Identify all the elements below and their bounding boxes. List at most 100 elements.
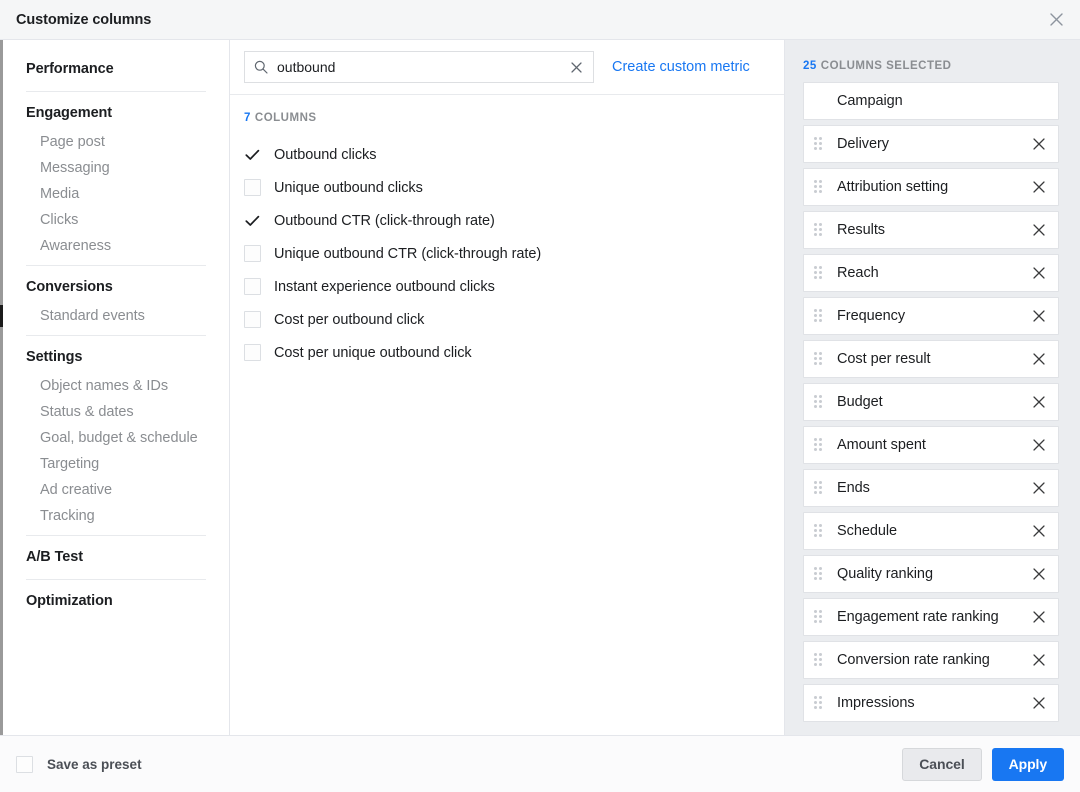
remove-column-icon[interactable] [1030,307,1048,325]
column-count: 7 COLUMNS [230,95,784,134]
checkbox-checked-icon[interactable] [244,212,261,229]
checkbox-unchecked-icon[interactable] [244,311,261,328]
apply-button[interactable]: Apply [991,747,1064,781]
drag-handle-icon[interactable] [814,652,826,668]
selected-column-label: Ends [837,480,870,496]
drag-handle-icon[interactable] [814,179,826,195]
remove-column-icon[interactable] [1030,436,1048,454]
search-input[interactable] [269,59,567,75]
drag-handle-icon[interactable] [814,394,826,410]
drag-handle-icon[interactable] [814,136,826,152]
dialog-scrollbar[interactable] [0,40,3,735]
metric-row[interactable]: Unique outbound clicks [230,171,784,204]
selected-column-row[interactable]: Results [803,211,1059,249]
selected-column-row[interactable]: Quality ranking [803,555,1059,593]
checkbox-unchecked-icon[interactable] [244,179,261,196]
drag-handle-icon[interactable] [814,308,826,324]
save-as-preset-box[interactable] [16,755,33,773]
checkbox-unchecked-icon[interactable] [244,278,261,295]
selected-column-row[interactable]: Impressions [803,684,1059,722]
remove-column-icon[interactable] [1030,651,1048,669]
sidebar-heading-conversions[interactable]: Conversions [26,272,215,303]
sidebar-heading-optimization[interactable]: Optimization [26,586,215,617]
metric-row[interactable]: Instant experience outbound clicks [230,270,784,303]
selected-column-row[interactable]: Reach [803,254,1059,292]
selected-column-row[interactable]: Budget [803,383,1059,421]
dialog-scrollbar-thumb[interactable] [0,305,3,327]
metric-row[interactable]: Unique outbound CTR (click-through rate) [230,237,784,270]
checkbox-unchecked-icon[interactable] [244,344,261,361]
sidebar-heading-performance[interactable]: Performance [26,54,215,85]
selected-column-row[interactable]: Amount spent [803,426,1059,464]
sidebar-item-page-post[interactable]: Page post [26,129,215,155]
remove-column-icon[interactable] [1030,479,1048,497]
sidebar-divider [26,91,206,92]
remove-column-icon[interactable] [1030,264,1048,282]
sidebar-group: Performance [3,54,229,85]
remove-column-icon[interactable] [1030,221,1048,239]
sidebar-item-tracking[interactable]: Tracking [26,503,215,529]
sidebar-item-ad-creative[interactable]: Ad creative [26,477,215,503]
selected-column-row[interactable]: Frequency [803,297,1059,335]
dialog-body: Performance Engagement Page post Messaging M… [0,40,1080,735]
remove-column-icon[interactable] [1030,694,1048,712]
sidebar-item-goal-budget-schedule[interactable]: Goal, budget & schedule [26,425,215,451]
remove-column-icon[interactable] [1030,522,1048,540]
selected-column-label: Delivery [837,136,889,152]
sidebar-item-awareness[interactable]: Awareness [26,233,215,259]
selected-column-row[interactable]: Campaign [803,82,1059,120]
remove-column-icon[interactable] [1030,135,1048,153]
drag-handle-icon[interactable] [814,222,826,238]
selected-column-label: Amount spent [837,437,926,453]
remove-column-icon[interactable] [1030,565,1048,583]
search-box[interactable] [244,51,594,83]
metric-label: Cost per outbound click [274,311,425,328]
selected-column-row[interactable]: Engagement rate ranking [803,598,1059,636]
selected-column-label: Engagement rate ranking [837,609,999,625]
sidebar-item-targeting[interactable]: Targeting [26,451,215,477]
page-title: Customize columns [16,11,152,28]
cancel-button[interactable]: Cancel [902,747,982,781]
save-as-preset-checkbox[interactable]: Save as preset [16,755,142,773]
sidebar-heading-settings[interactable]: Settings [26,342,215,373]
sidebar-heading-a-b-test[interactable]: A/B Test [26,542,215,573]
create-custom-metric-link[interactable]: Create custom metric [612,59,750,75]
drag-handle-icon[interactable] [814,351,826,367]
metric-row[interactable]: Cost per outbound click [230,303,784,336]
sidebar-item-standard-events[interactable]: Standard events [26,303,215,329]
selected-column-row[interactable]: Delivery [803,125,1059,163]
selected-column-row[interactable]: Conversion rate ranking [803,641,1059,679]
sidebar-item-messaging[interactable]: Messaging [26,155,215,181]
clear-icon[interactable] [567,58,585,76]
drag-handle-icon[interactable] [814,566,826,582]
selected-column-row[interactable]: Cost per result [803,340,1059,378]
drag-handle-icon[interactable] [814,695,826,711]
selected-column-label: Reach [837,265,879,281]
sidebar-item-status-dates[interactable]: Status & dates [26,399,215,425]
drag-handle-icon[interactable] [814,265,826,281]
checkbox-checked-icon[interactable] [244,146,261,163]
metric-row[interactable]: Cost per unique outbound click [230,336,784,369]
selected-column-row[interactable]: Attribution setting [803,168,1059,206]
drag-handle-icon[interactable] [814,437,826,453]
sidebar-item-media[interactable]: Media [26,181,215,207]
remove-column-icon[interactable] [1030,350,1048,368]
metric-row[interactable]: Outbound CTR (click-through rate) [230,204,784,237]
sidebar-item-object-names-ids[interactable]: Object names & IDs [26,373,215,399]
drag-handle-icon[interactable] [814,523,826,539]
selected-column-row[interactable]: Ends [803,469,1059,507]
remove-column-icon[interactable] [1030,393,1048,411]
metric-row[interactable]: Outbound clicks [230,138,784,171]
checkbox-unchecked-icon[interactable] [244,245,261,262]
sidebar-item-clicks[interactable]: Clicks [26,207,215,233]
drag-handle-icon[interactable] [814,609,826,625]
sidebar-heading-engagement[interactable]: Engagement [26,98,215,129]
remove-column-icon[interactable] [1030,178,1048,196]
customize-columns-dialog: Customize columns Performance Engagement P… [0,0,1080,792]
close-icon[interactable] [1044,8,1068,32]
remove-column-icon[interactable] [1030,608,1048,626]
selected-count-number: 25 [803,60,817,72]
selected-column-row[interactable]: Schedule [803,512,1059,550]
drag-handle-icon[interactable] [814,480,826,496]
selected-column-label: Budget [837,394,883,410]
